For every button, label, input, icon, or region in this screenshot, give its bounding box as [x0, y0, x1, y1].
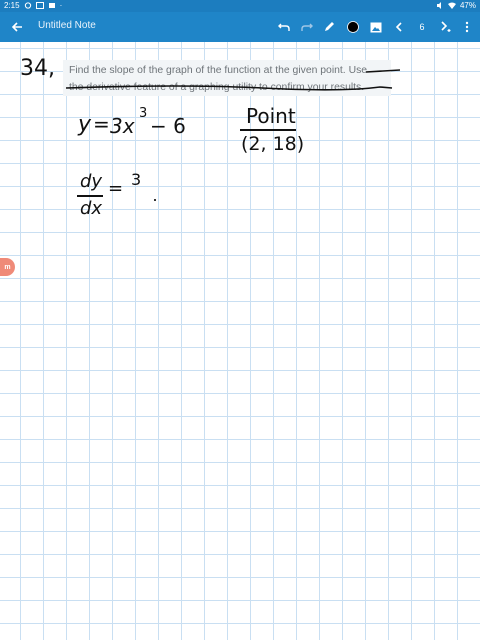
page-number: 6 [419, 22, 425, 32]
battery-level: 47% [459, 1, 476, 10]
equation-constant: − 6 [150, 114, 186, 138]
app-bar: Untitled Note 6 [0, 12, 480, 42]
pen-tool-button[interactable] [320, 18, 338, 36]
status-bar: 2:15 · 47% [0, 0, 480, 12]
point-value: (2, 18) [241, 133, 305, 155]
more-options-button[interactable] [458, 18, 476, 36]
color-circle-icon [347, 21, 359, 33]
prev-page-icon [395, 22, 402, 32]
note-canvas[interactable] [0, 42, 480, 640]
gear-icon [24, 2, 31, 9]
undo-icon [278, 23, 290, 31]
wifi-icon [447, 2, 456, 9]
next-page-button[interactable] [437, 18, 455, 36]
mute-icon [436, 2, 441, 9]
clock: 2:15 [4, 1, 20, 10]
gallery-icon [35, 2, 44, 9]
derivative-numerator: dy [80, 171, 103, 192]
fraction-bar [77, 195, 103, 197]
problem-number: 34, [20, 56, 55, 81]
equation-term: 3x [110, 114, 135, 138]
page-indicator: 6 [413, 18, 431, 36]
notification-icon [48, 3, 55, 8]
image-icon [370, 22, 382, 32]
equation-lhs: y [78, 112, 92, 137]
strikethrough-scribble [65, 69, 401, 91]
back-arrow-icon [11, 22, 22, 32]
note-title[interactable]: Untitled Note [38, 20, 96, 31]
equation-exponent: 3 [139, 106, 148, 121]
point-divider [240, 129, 296, 131]
next-page-icon [441, 21, 451, 32]
point-label: Point [246, 104, 296, 128]
side-tab-label: m [4, 263, 11, 271]
redo-button[interactable] [298, 18, 316, 36]
derivative-value: 3 [131, 170, 142, 189]
color-picker-button[interactable] [344, 18, 362, 36]
more-icon [465, 21, 469, 33]
ink-dot [154, 199, 156, 201]
dot-icon: · [59, 1, 63, 10]
previous-page-button[interactable] [390, 18, 408, 36]
pen-icon [325, 22, 334, 31]
derivative-denominator: dx [80, 198, 103, 219]
redo-icon [301, 23, 313, 31]
insert-image-button[interactable] [367, 18, 385, 36]
derivative-equals: = [108, 178, 124, 199]
equation-equals: = [93, 112, 110, 136]
back-button[interactable] [8, 18, 26, 36]
undo-button[interactable] [275, 18, 293, 36]
